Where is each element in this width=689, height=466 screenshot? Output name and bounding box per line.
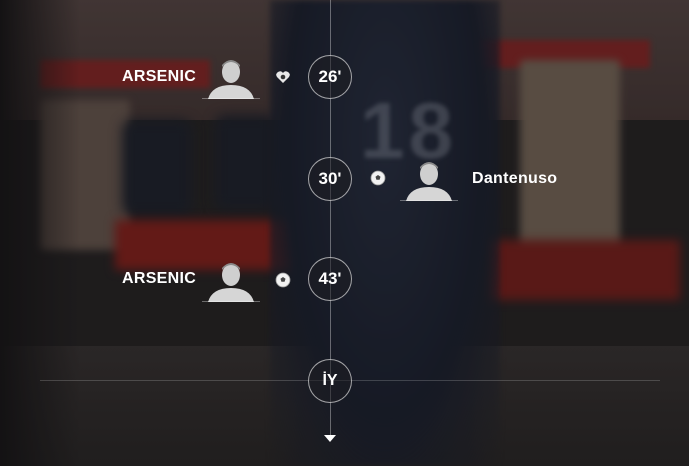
scroll-down-arrow-icon[interactable] [324,435,336,442]
avatar [202,258,260,302]
player-name: Dantenuso [472,170,558,187]
period-marker: İY [308,359,352,403]
minute-badge: 30' [308,157,352,201]
assist-icon [275,69,291,85]
player-name: ARSENIC [122,270,197,287]
player-name: ARSENIC [122,68,197,85]
soccer-ball-icon [370,170,386,186]
avatar [202,55,260,99]
minute-badge: 43' [308,257,352,301]
avatar [400,157,458,201]
minute-badge: 26' [308,55,352,99]
soccer-ball-icon [275,272,291,288]
